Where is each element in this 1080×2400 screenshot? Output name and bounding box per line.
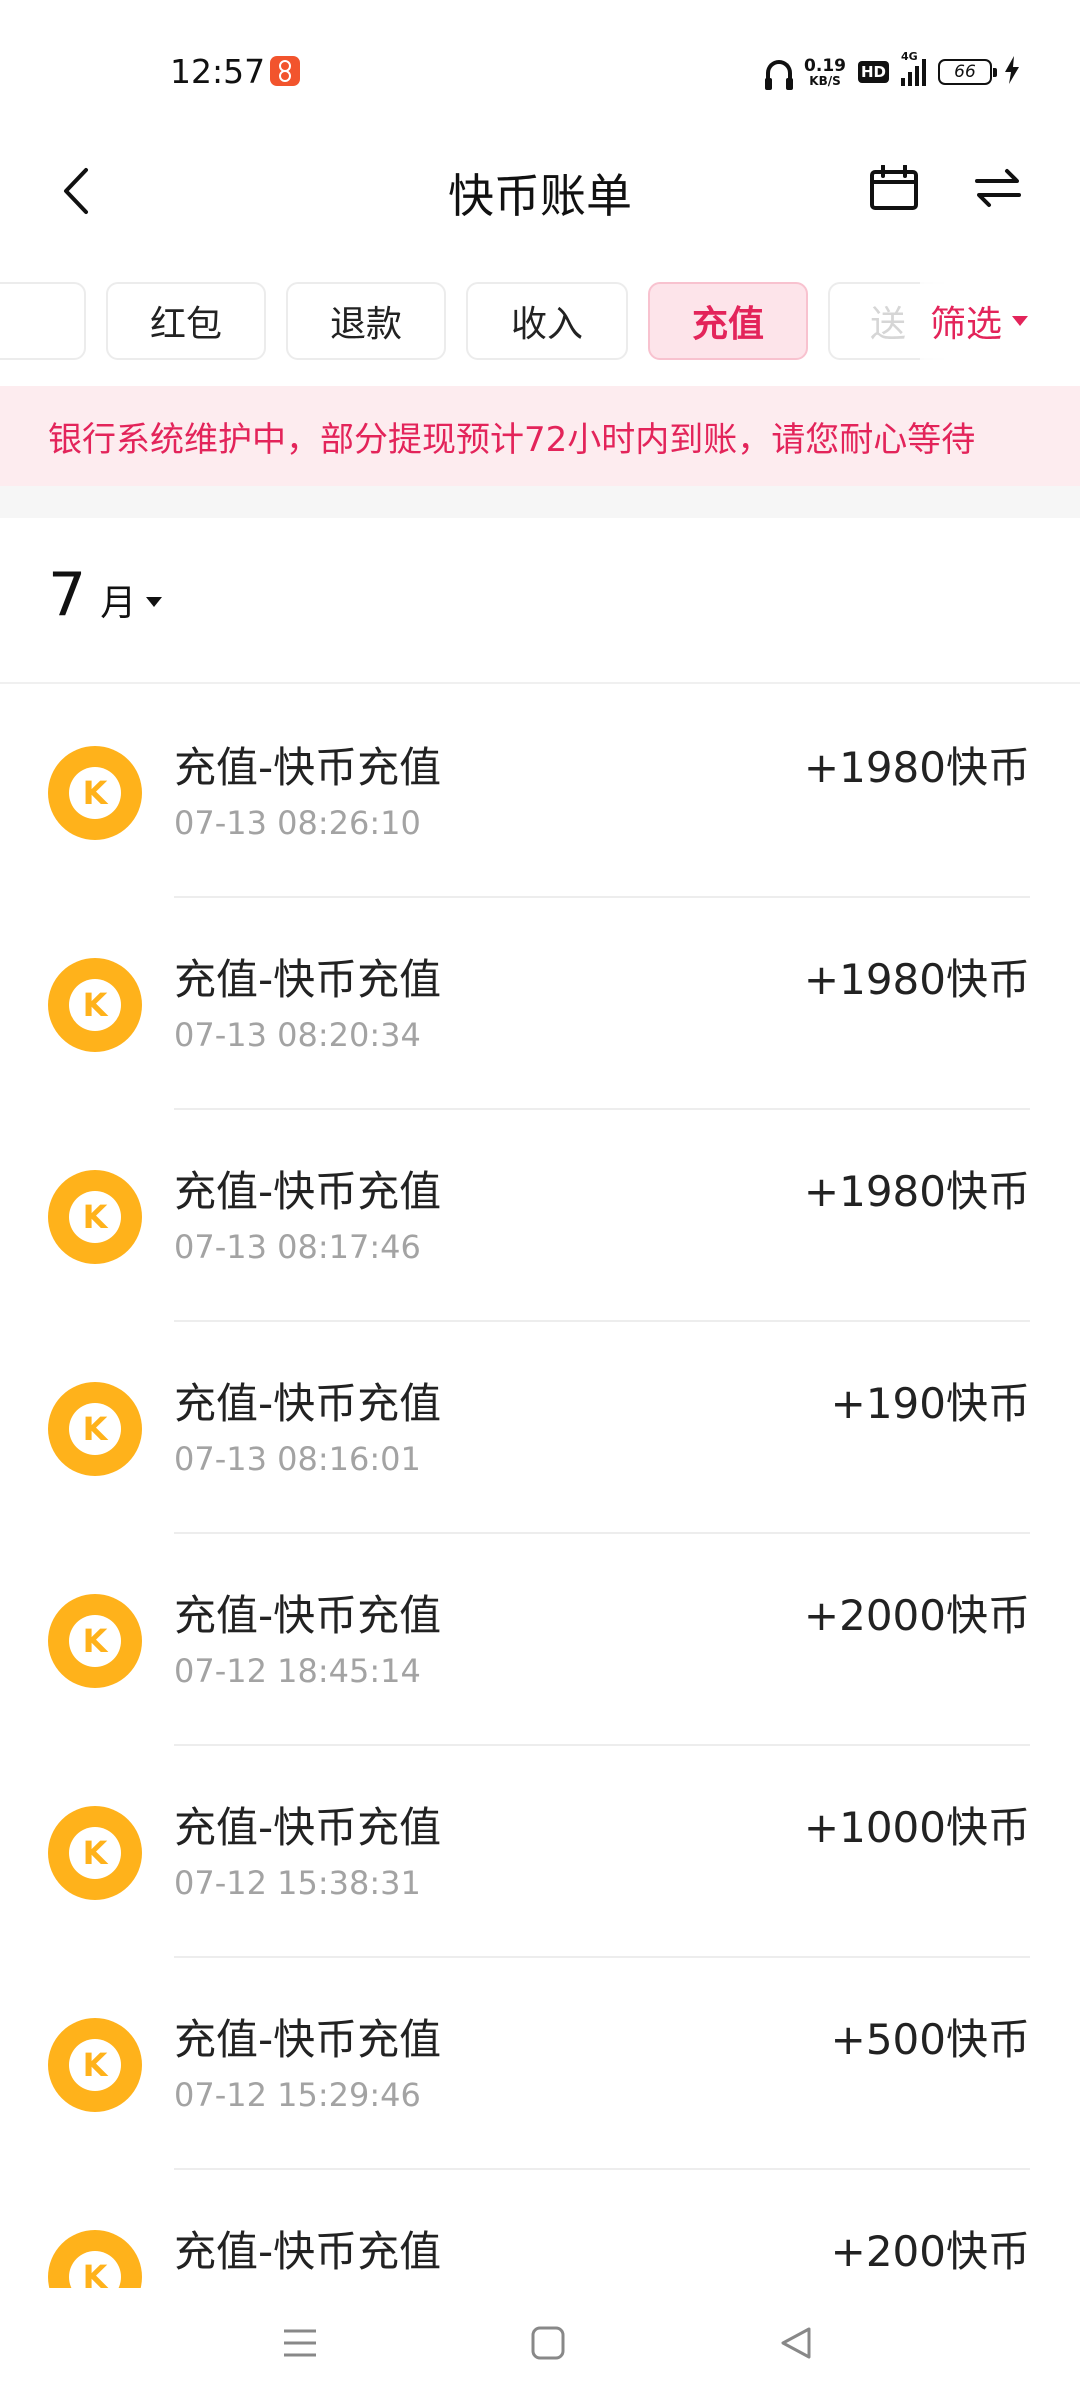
record-amount: +1980快币	[803, 955, 1030, 1004]
list-item[interactable]: K 充值-快币充值 07-13 08:16:01 +190快币	[0, 1322, 1080, 1534]
status-indicators: 0.19 KB/S HD 4G 66	[765, 50, 1020, 92]
record-amount: +2000快币	[803, 1591, 1030, 1640]
filter-label: 筛选	[930, 304, 1003, 345]
kuaibi-coin-icon: K	[48, 1170, 142, 1264]
calendar-button[interactable]	[864, 158, 924, 218]
kuaibi-coin-icon: K	[48, 2018, 142, 2112]
record-time: 07-13 08:17:46	[174, 1228, 421, 1266]
notice-text: 银行系统维护中，部分提现预计72小时内到账，请您耐心等待	[48, 419, 976, 460]
record-amount: +1980快币	[803, 1167, 1030, 1216]
list-item[interactable]: K 充值-快币充值 07-13 08:26:10 +1980快币	[0, 686, 1080, 898]
record-title: 充值-快币充值	[174, 1803, 442, 1852]
tab-recharge[interactable]: 充值	[648, 282, 808, 360]
app-notification-icon	[270, 56, 300, 86]
battery-level: 66	[954, 62, 976, 82]
header: 快币账单	[0, 130, 1080, 250]
nav-home-button[interactable]	[518, 2318, 578, 2368]
record-time: 07-12 15:38:31	[174, 1864, 421, 1902]
record-time: 07-12 18:45:14	[174, 1652, 421, 1690]
section-divider	[0, 486, 1080, 518]
net-speed: 0.19 KB/S	[804, 55, 846, 88]
kuaibi-coin-icon: K	[48, 2230, 142, 2288]
nav-back-button[interactable]	[766, 2318, 826, 2368]
record-amount: +190快币	[830, 1379, 1030, 1428]
swap-button[interactable]	[968, 158, 1028, 218]
record-amount: +1000快币	[803, 1803, 1030, 1852]
list-item[interactable]: K 充值-快币充值 07-13 08:20:34 +1980快币	[0, 898, 1080, 1110]
month-selector[interactable]: 7 月	[48, 560, 163, 630]
kuaibi-coin-icon: K	[48, 1382, 142, 1476]
tab-label: 收入	[510, 304, 583, 345]
status-bar: 12:57 0.19 KB/S HD 4G 66	[0, 0, 1080, 140]
battery-icon: 66	[938, 59, 997, 85]
record-amount: +500快币	[830, 2015, 1030, 2064]
triangle-back-icon	[781, 2327, 811, 2359]
tab-red-packet[interactable]: 红包	[106, 282, 266, 360]
signal-icon: 4G	[901, 50, 926, 86]
record-title: 充值-快币充值	[174, 743, 442, 792]
caret-down-icon	[146, 597, 163, 607]
hd-badge: HD	[857, 61, 889, 83]
record-title: 充值-快币充值	[174, 2227, 442, 2276]
record-amount: +200快币	[830, 2227, 1030, 2276]
tab-label: 充值	[691, 304, 764, 345]
record-time: 07-13 08:20:34	[174, 1016, 421, 1054]
record-title: 充值-快币充值	[174, 1167, 442, 1216]
nav-menu-button[interactable]	[270, 2318, 330, 2368]
tab-label: 退款	[329, 304, 402, 345]
tab-income[interactable]: 收入	[466, 282, 628, 360]
list-item[interactable]: K 充值-快币充值 07-13 08:17:46 +1980快币	[0, 1110, 1080, 1322]
record-amount: +1980快币	[803, 743, 1030, 792]
net-speed-unit: KB/S	[809, 73, 841, 88]
swap-arrows-icon	[975, 169, 1021, 207]
net-speed-value: 0.19	[804, 55, 846, 76]
caret-down-icon	[1012, 316, 1029, 326]
record-title: 充值-快币充值	[174, 955, 442, 1004]
category-tabs: 红包 退款 收入 充值 送	[0, 282, 1080, 360]
menu-icon	[284, 2329, 316, 2357]
system-nav-bar	[0, 2288, 1080, 2400]
filter-button[interactable]: 筛选	[920, 282, 1033, 360]
charging-bolt-icon	[1004, 56, 1020, 88]
maintenance-notice: 银行系统维护中，部分提现预计72小时内到账，请您耐心等待	[0, 386, 1080, 486]
list-item[interactable]: K 充值-快币充值 07-12 15:38:31 +1000快币	[0, 1746, 1080, 1958]
records-list: K 充值-快币充值 07-13 08:26:10 +1980快币 K 充值-快币…	[0, 686, 1080, 2288]
home-square-icon	[531, 2326, 565, 2360]
tab-label: 红包	[149, 304, 222, 345]
kuaibi-coin-icon: K	[48, 746, 142, 840]
record-title: 充值-快币充值	[174, 2015, 442, 2064]
list-item[interactable]: K 充值-快币充值 07-12 18:45:14 +2000快币	[0, 1534, 1080, 1746]
kuaibi-coin-icon: K	[48, 1594, 142, 1688]
kuaibi-coin-icon: K	[48, 958, 142, 1052]
month-number: 7	[48, 560, 87, 630]
tab-partial-left[interactable]	[0, 282, 86, 360]
list-item[interactable]: K 充值-快币充值 07-12 15:29:46 +500快币	[0, 1958, 1080, 2170]
network-type-label: 4G	[901, 50, 918, 63]
calendar-icon	[870, 165, 918, 210]
record-time: 07-12 15:29:46	[174, 2076, 421, 2114]
list-item[interactable]: K 充值-快币充值 +200快币	[0, 2170, 1080, 2288]
record-time: 07-13 08:26:10	[174, 804, 421, 842]
record-title: 充值-快币充值	[174, 1591, 442, 1640]
month-row: 7 月	[0, 518, 1080, 684]
status-time: 12:57	[170, 52, 266, 91]
tab-refund[interactable]: 退款	[286, 282, 446, 360]
record-title: 充值-快币充值	[174, 1379, 442, 1428]
tab-label: 送	[870, 304, 907, 345]
kuaibi-coin-icon: K	[48, 1806, 142, 1900]
record-time: 07-13 08:16:01	[174, 1440, 421, 1478]
headset-icon	[765, 60, 794, 90]
month-unit: 月	[100, 583, 137, 624]
